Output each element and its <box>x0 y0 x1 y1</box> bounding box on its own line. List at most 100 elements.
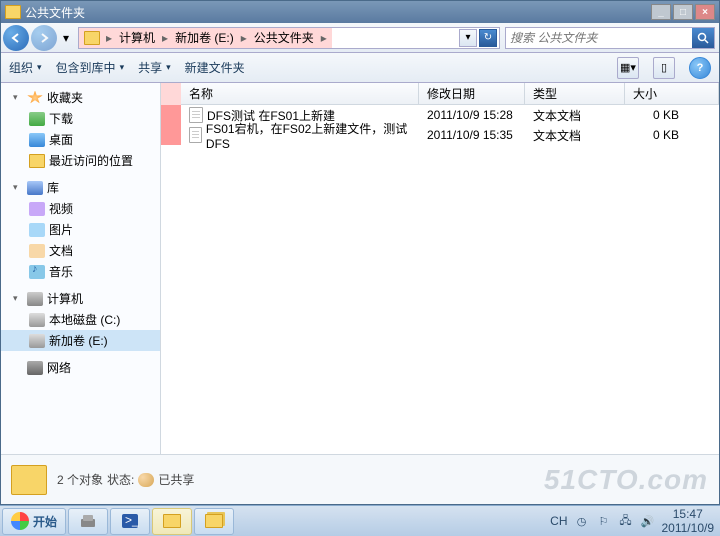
file-rows[interactable]: DFS测试 在FS01上新建 2011/10/9 15:28 文本文档 0 KB… <box>161 105 719 454</box>
tree-libraries[interactable]: ▾库 <box>1 177 160 198</box>
window-title: 公共文件夹 <box>25 4 651 21</box>
tray-network-icon[interactable]: 🖧 <box>618 513 634 529</box>
highlight-marker <box>161 105 181 125</box>
windows-orb-icon <box>11 512 29 530</box>
tree-new-volume[interactable]: 新加卷 (E:) <box>1 330 160 351</box>
navigation-pane[interactable]: ▾收藏夹 下载 桌面 最近访问的位置 ▾库 视频 图片 文档 音乐 ▾计算机 本… <box>1 83 161 454</box>
status-count: 2 个对象 <box>57 471 103 488</box>
titlebar[interactable]: 公共文件夹 _ □ × <box>1 1 719 23</box>
tree-desktop[interactable]: 桌面 <box>1 129 160 150</box>
refresh-button[interactable]: ↻ <box>479 29 497 47</box>
start-button[interactable]: 开始 <box>2 508 66 535</box>
file-name: FS01宕机，在FS02上新建文件，测试DFS <box>206 120 411 151</box>
status-bar: 2 个对象 状态: 已共享 <box>1 454 719 504</box>
taskbar: 开始 >_ CH ◷ ⚐ 🖧 🔊 15:47 2011/10/9 <box>0 505 720 536</box>
column-type[interactable]: 类型 <box>525 83 625 104</box>
taskbar-powershell[interactable]: >_ <box>110 508 150 535</box>
status-shared: 已共享 <box>158 471 194 488</box>
tree-documents[interactable]: 文档 <box>1 240 160 261</box>
tray-notification-icon[interactable]: ◷ <box>574 513 590 529</box>
chevron-right-icon: ▸ <box>103 31 115 45</box>
search-box[interactable] <box>505 27 715 49</box>
file-size: 0 KB <box>625 108 719 122</box>
breadcrumb-volume[interactable]: 新加卷 (E:) <box>171 29 238 46</box>
disk-icon <box>29 334 45 348</box>
system-tray: CH ◷ ⚐ 🖧 🔊 15:47 2011/10/9 <box>546 507 718 536</box>
search-input[interactable] <box>506 31 692 45</box>
svg-text:>_: >_ <box>125 513 139 527</box>
network-icon <box>27 361 43 375</box>
navigation-bar: ▾ ▸ 计算机 ▸ 新加卷 (E:) ▸ 公共文件夹 ▸ ▾ ↻ <box>1 23 719 53</box>
new-folder-button[interactable]: 新建文件夹 <box>185 59 245 76</box>
breadcrumb: ▸ 计算机 ▸ 新加卷 (E:) ▸ 公共文件夹 ▸ <box>79 28 332 48</box>
language-indicator[interactable]: CH <box>550 514 567 528</box>
address-bar[interactable]: ▸ 计算机 ▸ 新加卷 (E:) ▸ 公共文件夹 ▸ ▾ ↻ <box>78 27 500 49</box>
tree-downloads[interactable]: 下载 <box>1 108 160 129</box>
tree-recent[interactable]: 最近访问的位置 <box>1 150 160 171</box>
music-icon <box>29 265 45 279</box>
folder-icon <box>5 5 21 19</box>
folder-icon <box>84 31 100 45</box>
computer-icon <box>27 292 43 306</box>
file-type: 文本文档 <box>525 127 625 144</box>
forward-button[interactable] <box>31 25 57 51</box>
tree-videos[interactable]: 视频 <box>1 198 160 219</box>
tree-pictures[interactable]: 图片 <box>1 219 160 240</box>
library-icon <box>27 181 43 195</box>
document-icon <box>29 244 45 258</box>
share-menu[interactable]: 共享 <box>138 59 171 76</box>
text-file-icon <box>189 127 202 143</box>
taskbar-server-manager[interactable] <box>68 508 108 535</box>
disk-icon <box>29 313 45 327</box>
picture-icon <box>29 223 45 237</box>
include-menu[interactable]: 包含到库中 <box>56 59 125 76</box>
tree-computer[interactable]: ▾计算机 <box>1 288 160 309</box>
chevron-right-icon: ▸ <box>159 31 171 45</box>
highlight-marker <box>161 125 181 145</box>
chevron-right-icon: ▸ <box>318 31 330 45</box>
organize-menu[interactable]: 组织 <box>9 59 42 76</box>
help-button[interactable]: ? <box>689 57 711 79</box>
tree-music[interactable]: 音乐 <box>1 261 160 282</box>
taskbar-clock[interactable]: 15:47 2011/10/9 <box>662 507 715 536</box>
file-row[interactable]: FS01宕机，在FS02上新建文件，测试DFS 2011/10/9 15:35 … <box>161 125 719 145</box>
file-type: 文本文档 <box>525 107 625 124</box>
star-icon <box>27 91 43 105</box>
tree-local-disk[interactable]: 本地磁盘 (C:) <box>1 309 160 330</box>
status-state-label: 状态: <box>107 471 134 488</box>
view-mode-button[interactable]: ▦▾ <box>617 57 639 79</box>
taskbar-explorer[interactable] <box>194 508 234 535</box>
tray-volume-icon[interactable]: 🔊 <box>640 513 656 529</box>
taskbar-explorer-active[interactable] <box>152 508 192 535</box>
tree-favorites[interactable]: ▾收藏夹 <box>1 87 160 108</box>
column-headers: 名称 修改日期 类型 大小 <box>161 83 719 105</box>
folder-icon <box>11 465 47 495</box>
shared-icon <box>138 473 154 487</box>
recent-icon <box>29 154 45 168</box>
file-size: 0 KB <box>625 128 719 142</box>
file-date: 2011/10/9 15:28 <box>419 108 525 122</box>
address-dropdown-button[interactable]: ▾ <box>459 29 477 47</box>
tree-network[interactable]: 网络 <box>1 357 160 378</box>
command-bar: 组织 包含到库中 共享 新建文件夹 ▦▾ ▯ ? <box>1 53 719 83</box>
download-icon <box>29 112 45 126</box>
minimize-button[interactable]: _ <box>651 4 671 20</box>
file-date: 2011/10/9 15:35 <box>419 128 525 142</box>
main-area: ▾收藏夹 下载 桌面 最近访问的位置 ▾库 视频 图片 文档 音乐 ▾计算机 本… <box>1 83 719 454</box>
maximize-button[interactable]: □ <box>673 4 693 20</box>
close-button[interactable]: × <box>695 4 715 20</box>
tray-flag-icon[interactable]: ⚐ <box>596 513 612 529</box>
column-name[interactable]: 名称 <box>181 83 419 104</box>
preview-pane-button[interactable]: ▯ <box>653 57 675 79</box>
nav-history-dropdown[interactable]: ▾ <box>59 27 73 49</box>
breadcrumb-computer[interactable]: 计算机 <box>115 29 159 46</box>
column-size[interactable]: 大小 <box>625 83 719 104</box>
search-button[interactable] <box>692 28 714 48</box>
back-button[interactable] <box>3 25 29 51</box>
column-date[interactable]: 修改日期 <box>419 83 525 104</box>
video-icon <box>29 202 45 216</box>
desktop-icon <box>29 133 45 147</box>
breadcrumb-folder[interactable]: 公共文件夹 <box>250 29 318 46</box>
file-list-pane: 名称 修改日期 类型 大小 DFS测试 在FS01上新建 2011/10/9 1… <box>161 83 719 454</box>
highlight-marker <box>161 83 181 105</box>
